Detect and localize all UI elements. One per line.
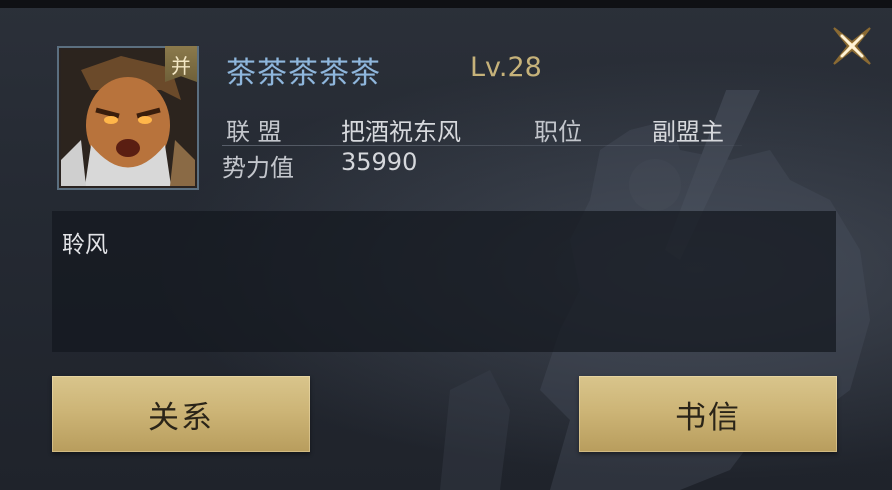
power-value: 35990: [341, 148, 418, 176]
signature-box: 聆风: [52, 211, 836, 352]
relations-button-label: 关系: [148, 399, 214, 436]
position-label: 职位: [534, 118, 582, 146]
alliance-value[interactable]: 把酒祝东风: [341, 112, 461, 147]
player-info-panel: 并 茶茶茶茶茶 Lv.28 联 盟 把酒祝东风 职位 副盟主 势力值 35990…: [0, 0, 892, 490]
letter-button[interactable]: 书信: [579, 376, 837, 452]
letter-button-label: 书信: [675, 399, 741, 436]
signature-text: 聆风: [62, 232, 108, 258]
power-label: 势力值: [222, 154, 294, 182]
player-name: 茶茶茶茶茶: [226, 56, 381, 91]
relations-button[interactable]: 关系: [52, 376, 310, 452]
row-divider: [222, 145, 742, 146]
alliance-label: 联 盟: [226, 118, 282, 146]
top-band: [0, 0, 892, 8]
close-icon[interactable]: [828, 22, 876, 70]
player-level: Lv.28: [470, 52, 542, 83]
position-value: 副盟主: [652, 118, 724, 146]
